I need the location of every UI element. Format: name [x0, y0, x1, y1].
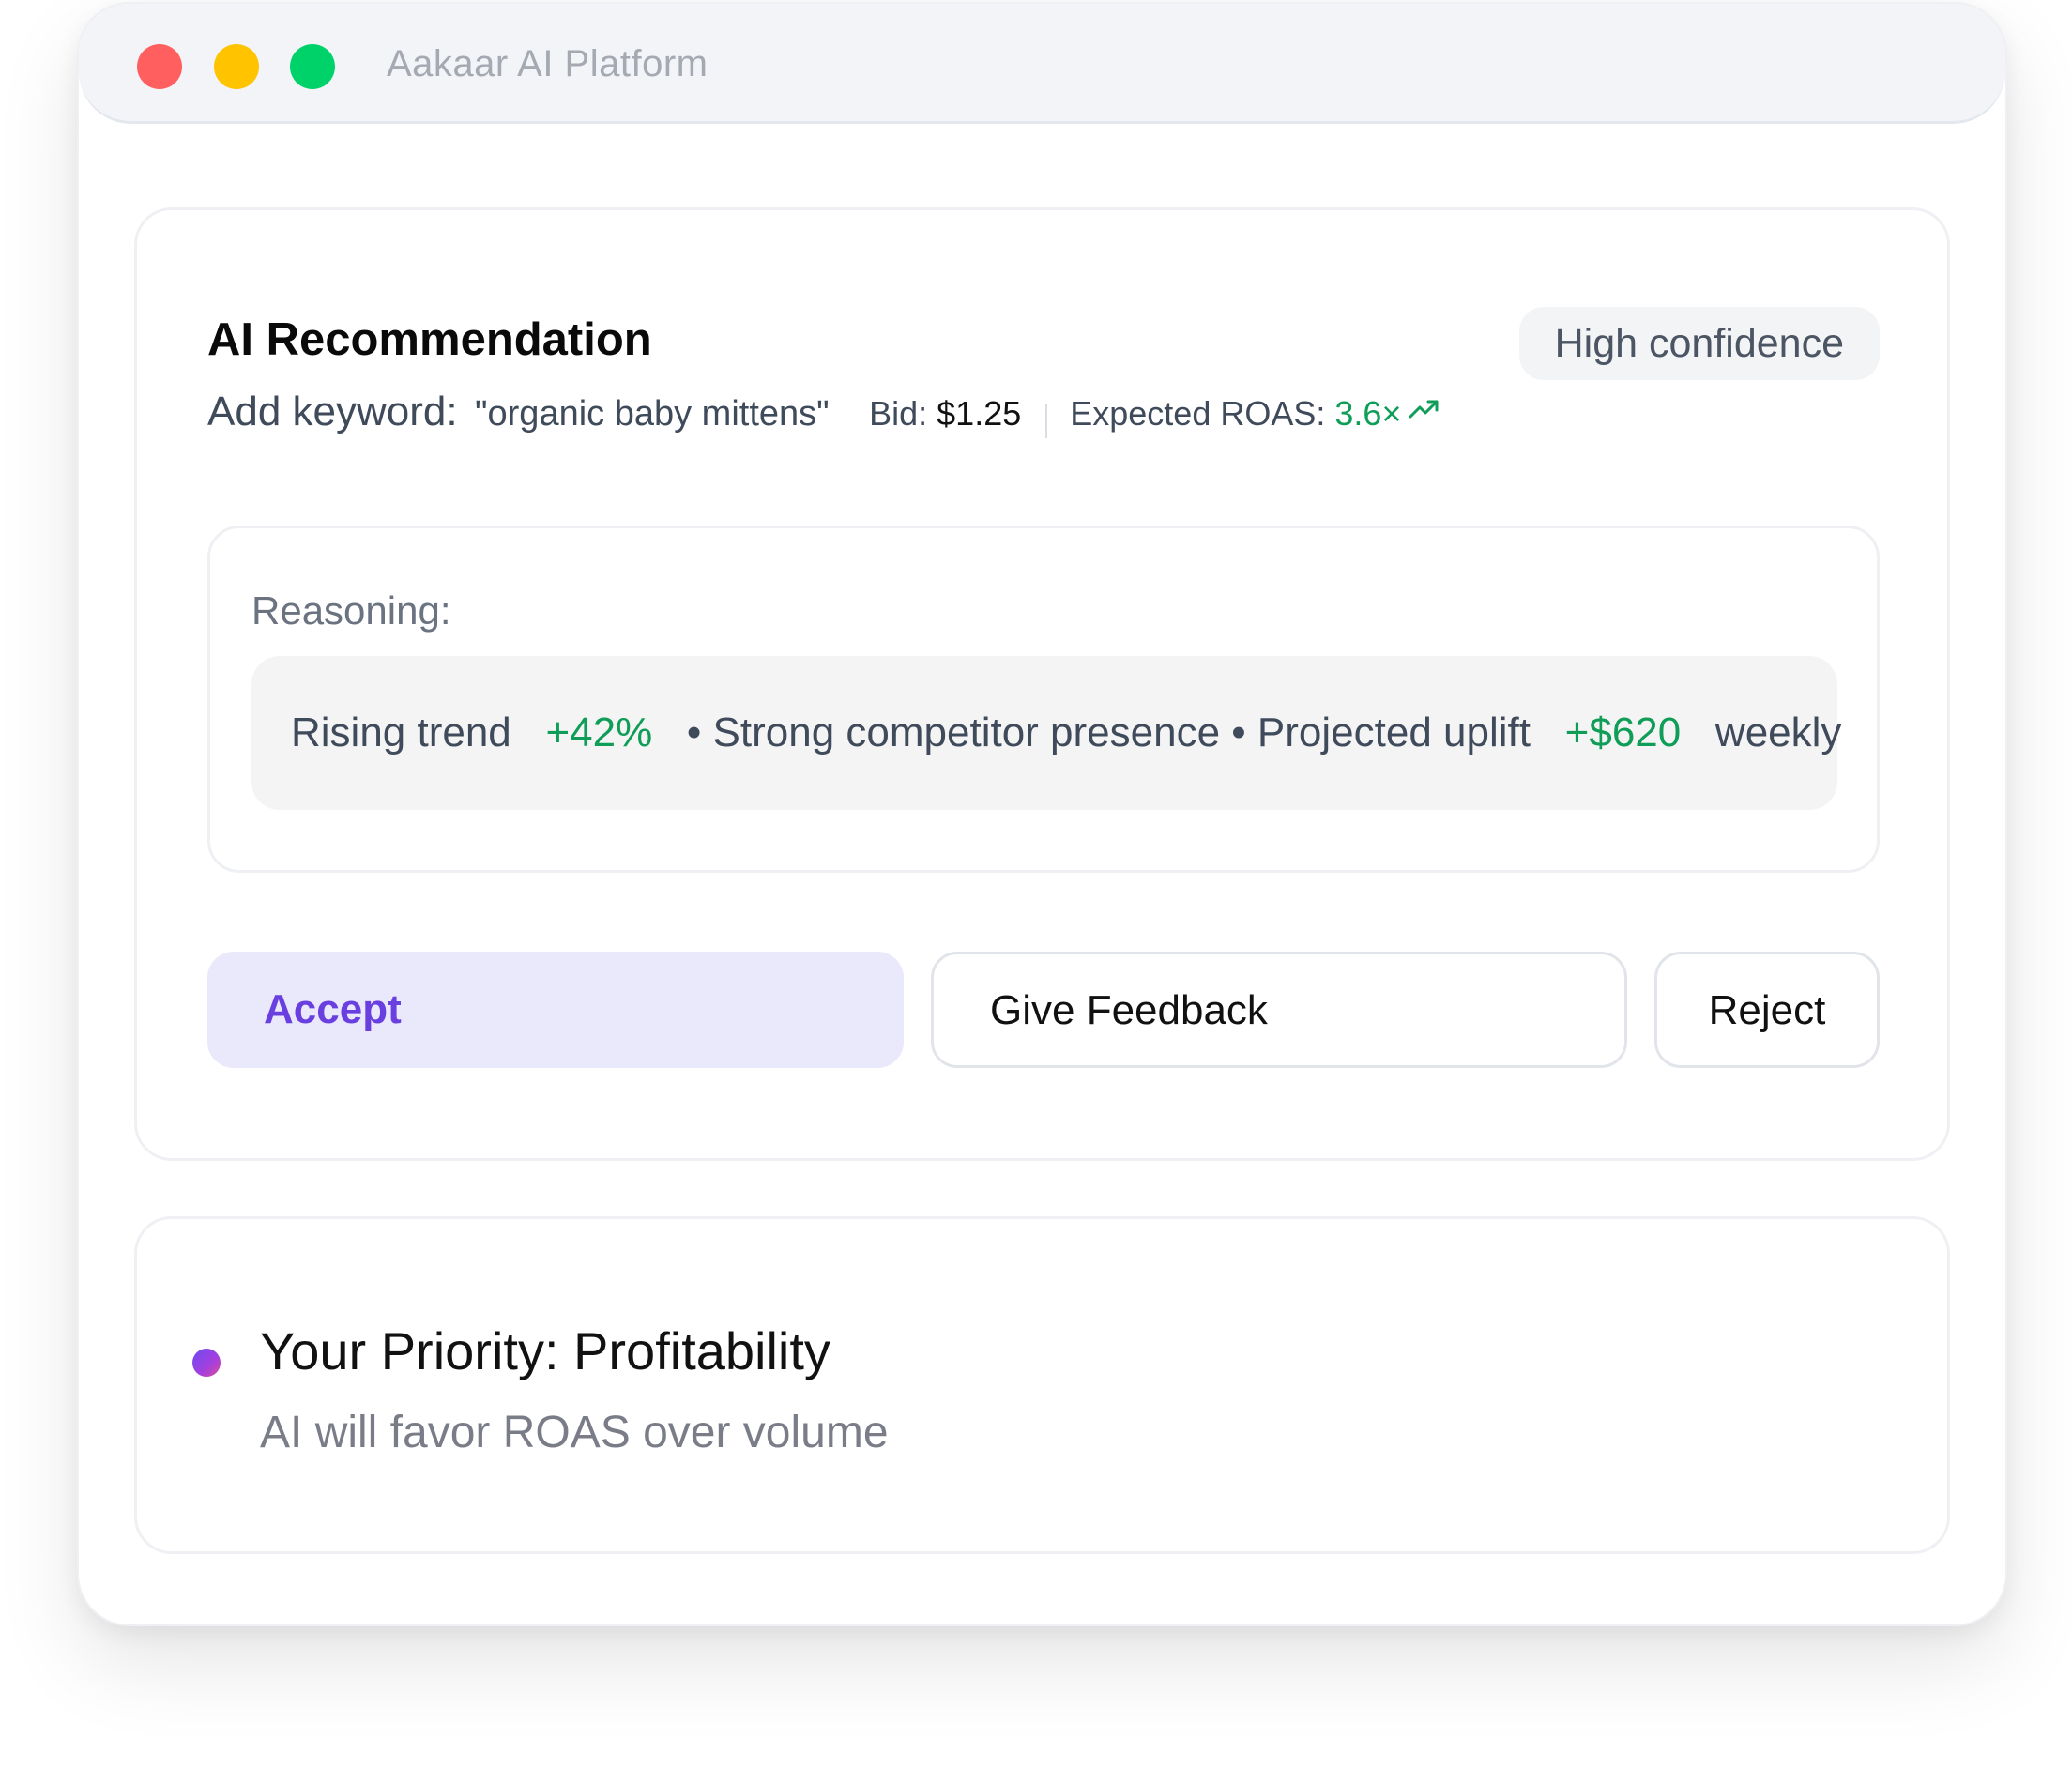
priority-card: Your Priority: Profitability AI will fav…	[134, 1216, 1950, 1554]
reasoning-panel: Reasoning: Rising trend +42% • Strong co…	[207, 526, 1880, 873]
recommendation-summary: Add keyword: "organic baby mittens" Bid:…	[207, 389, 1440, 438]
keyword-label: Add keyword:	[207, 389, 458, 435]
maximize-window-button[interactable]	[290, 44, 335, 89]
recommendation-card: AI Recommendation High confidence Add ke…	[134, 207, 1950, 1161]
app-window: Aakaar AI Platform AI Recommendation Hig…	[77, 2, 2007, 1626]
minimize-window-button[interactable]	[214, 44, 259, 89]
reasoning-label: Reasoning:	[251, 588, 451, 633]
reasoning-part-trend: Rising trend	[291, 709, 511, 755]
accept-button[interactable]: Accept	[207, 952, 904, 1068]
title-bar: Aakaar AI Platform	[79, 4, 2005, 124]
reasoning-text: Rising trend +42% • Strong competitor pr…	[251, 656, 1841, 810]
divider	[1045, 404, 1048, 438]
bid-info: Bid: $1.25	[869, 394, 1021, 433]
confidence-badge: High confidence	[1518, 307, 1880, 380]
bid-label: Bid:	[869, 394, 928, 433]
trend-value: +42%	[545, 709, 653, 755]
roas-value: 3.6×	[1334, 394, 1402, 433]
give-feedback-button[interactable]: Give Feedback	[931, 952, 1627, 1068]
keyword-value: "organic baby mittens"	[475, 394, 830, 434]
close-window-button[interactable]	[137, 44, 182, 89]
priority-subtitle: AI will favor ROAS over volume	[260, 1408, 889, 1457]
roas-label: Expected ROAS:	[1070, 394, 1326, 433]
uplift-value: +$620	[1564, 709, 1682, 755]
recommendation-title: AI Recommendation	[207, 314, 652, 365]
priority-title: Your Priority: Profitability	[260, 1321, 830, 1380]
app-title: Aakaar AI Platform	[387, 43, 708, 84]
trending-up-icon	[1409, 389, 1440, 428]
reasoning-part-weekly: weekly	[1714, 709, 1842, 755]
reasoning-part-competitor: • Strong competitor presence • Projected…	[686, 709, 1531, 755]
priority-indicator-icon	[192, 1349, 221, 1377]
bid-value: $1.25	[937, 394, 1022, 433]
roas-info: Expected ROAS: 3.6×	[1070, 394, 1440, 433]
reject-button[interactable]: Reject	[1654, 952, 1880, 1068]
